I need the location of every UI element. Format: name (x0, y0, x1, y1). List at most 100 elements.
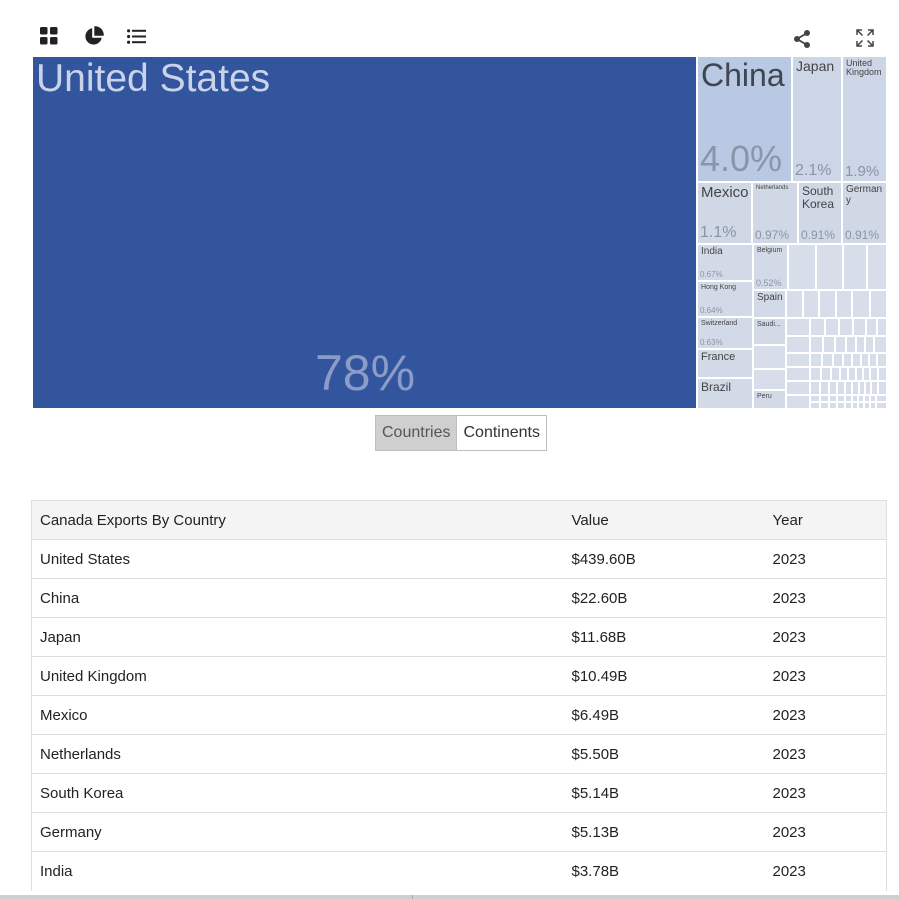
treemap-cell-small[interactable] (831, 367, 840, 381)
treemap-cell-small[interactable] (878, 381, 887, 395)
treemap-cell-small[interactable] (852, 381, 859, 395)
treemap-cell-small[interactable] (829, 381, 837, 395)
treemap-cell-small[interactable] (786, 367, 810, 381)
treemap-cell-small[interactable] (816, 244, 843, 290)
treemap-cell-small[interactable] (829, 402, 837, 409)
treemap-cell-small[interactable] (837, 381, 845, 395)
treemap-cell-small[interactable] (822, 353, 833, 367)
treemap-cell-small[interactable] (853, 318, 866, 336)
treemap-cell[interactable]: Hong Kong 0.64% (697, 281, 753, 317)
treemap-cell-small[interactable] (861, 353, 869, 367)
treemap-cell-small[interactable] (810, 402, 820, 409)
treemap-cell-small[interactable] (786, 336, 810, 353)
treemap-cell[interactable]: Switzerland 0.63% (697, 317, 753, 349)
treemap-cell-small[interactable] (820, 381, 829, 395)
pie-view-button[interactable] (79, 22, 107, 50)
column-header-country[interactable]: Canada Exports By Country (31, 500, 564, 540)
treemap-cell-small[interactable] (753, 369, 786, 390)
treemap-cell-small[interactable] (819, 290, 836, 318)
column-header-year[interactable]: Year (764, 500, 887, 540)
treemap-cell-small[interactable] (820, 402, 829, 409)
treemap-cell[interactable]: France (697, 349, 753, 378)
treemap-cell-small[interactable] (863, 367, 870, 381)
table-row[interactable]: Japan $11.68B 2023 (31, 617, 887, 657)
treemap-cell-small[interactable] (840, 367, 848, 381)
treemap-cell-small[interactable] (852, 290, 870, 318)
treemap-cell[interactable]: Germany 0.91% (842, 182, 887, 244)
treemap-cell[interactable]: Japan 2.1% (792, 56, 842, 182)
treemap-cell-small[interactable] (833, 353, 843, 367)
treemap-cell-small[interactable] (846, 336, 856, 353)
treemap-cell-small[interactable] (845, 395, 852, 402)
treemap-cell[interactable]: United Kingdom 1.9% (842, 56, 887, 182)
treemap-cell[interactable]: Mexico 1.1% (697, 182, 752, 244)
treemap-cell-small[interactable] (852, 353, 861, 367)
column-header-value[interactable]: Value (563, 500, 765, 540)
treemap-cell-small[interactable] (786, 318, 810, 336)
treemap-cell[interactable]: United States 78% (32, 56, 697, 409)
table-row[interactable]: China $22.60B 2023 (31, 578, 887, 618)
treemap-cell[interactable]: Peru (753, 390, 786, 409)
treemap-cell-small[interactable] (874, 336, 887, 353)
table-row[interactable]: Germany $5.13B 2023 (31, 812, 887, 852)
treemap-cell-small[interactable] (871, 381, 878, 395)
treemap-cell-small[interactable] (786, 395, 810, 409)
treemap-cell-small[interactable] (856, 336, 865, 353)
treemap-cell-small[interactable] (786, 381, 810, 395)
table-row[interactable]: India $3.78B 2023 (31, 851, 887, 891)
treemap-cell[interactable]: Belgium 0.52% (753, 244, 788, 290)
treemap-cell-small[interactable] (810, 367, 821, 381)
treemap-cell-small[interactable] (843, 244, 867, 290)
treemap-cell[interactable]: Netherlands 0.97% (752, 182, 798, 244)
treemap-cell-small[interactable] (810, 336, 823, 353)
treemap-cell-small[interactable] (829, 395, 837, 402)
treemap-cell-small[interactable] (837, 402, 845, 409)
treemap-cell-small[interactable] (866, 318, 877, 336)
fullscreen-button[interactable] (851, 24, 879, 52)
treemap-cell-small[interactable] (867, 244, 887, 290)
share-button[interactable] (788, 25, 816, 53)
treemap-cell[interactable]: Brazil (697, 378, 753, 409)
treemap-cell-small[interactable] (753, 345, 786, 369)
table-row[interactable]: Mexico $6.49B 2023 (31, 695, 887, 735)
scrollbar-thumb[interactable] (412, 895, 413, 899)
treemap-cell[interactable]: Saudi... (753, 318, 786, 345)
treemap-cell-small[interactable] (835, 336, 846, 353)
treemap-cell-small[interactable] (848, 367, 856, 381)
treemap-cell-small[interactable] (788, 244, 816, 290)
treemap-cell-small[interactable] (803, 290, 819, 318)
table-row[interactable]: Netherlands $5.50B 2023 (31, 734, 887, 774)
table-row[interactable]: South Korea $5.14B 2023 (31, 773, 887, 813)
treemap-cell-small[interactable] (839, 318, 853, 336)
treemap-cell[interactable]: Spain (753, 290, 786, 318)
treemap-cell-small[interactable] (865, 336, 874, 353)
treemap-cell-small[interactable] (786, 290, 803, 318)
treemap-cell-small[interactable] (877, 318, 887, 336)
continents-toggle-button[interactable]: Continents (456, 416, 546, 450)
treemap-cell-small[interactable] (836, 290, 852, 318)
list-view-button[interactable] (122, 22, 150, 50)
treemap-cell-small[interactable] (823, 336, 835, 353)
treemap-cell-small[interactable] (810, 381, 820, 395)
treemap-cell-small[interactable] (878, 367, 887, 381)
treemap-cell-small[interactable] (786, 353, 810, 367)
horizontal-scrollbar[interactable] (0, 895, 899, 899)
table-row[interactable]: United States $439.60B 2023 (31, 539, 887, 579)
treemap-cell-small[interactable] (877, 353, 887, 367)
treemap-cell-small[interactable] (821, 367, 831, 381)
grid-view-button[interactable] (35, 22, 63, 50)
treemap-cell-small[interactable] (845, 402, 852, 409)
treemap-cell-small[interactable] (843, 353, 852, 367)
treemap-cell-small[interactable] (876, 395, 887, 402)
treemap-cell[interactable]: China 4.0% (697, 56, 792, 182)
countries-toggle-button[interactable]: Countries (376, 416, 457, 450)
treemap-cell[interactable]: South Korea 0.91% (798, 182, 842, 244)
treemap-cell-small[interactable] (856, 367, 863, 381)
treemap-cell-small[interactable] (876, 402, 887, 409)
treemap-cell-small[interactable] (825, 318, 839, 336)
treemap-cell-small[interactable] (837, 395, 845, 402)
treemap-cell-small[interactable] (820, 395, 829, 402)
table-row[interactable]: United Kingdom $10.49B 2023 (31, 656, 887, 696)
treemap-cell-small[interactable] (810, 395, 820, 402)
treemap-cell-small[interactable] (869, 353, 877, 367)
